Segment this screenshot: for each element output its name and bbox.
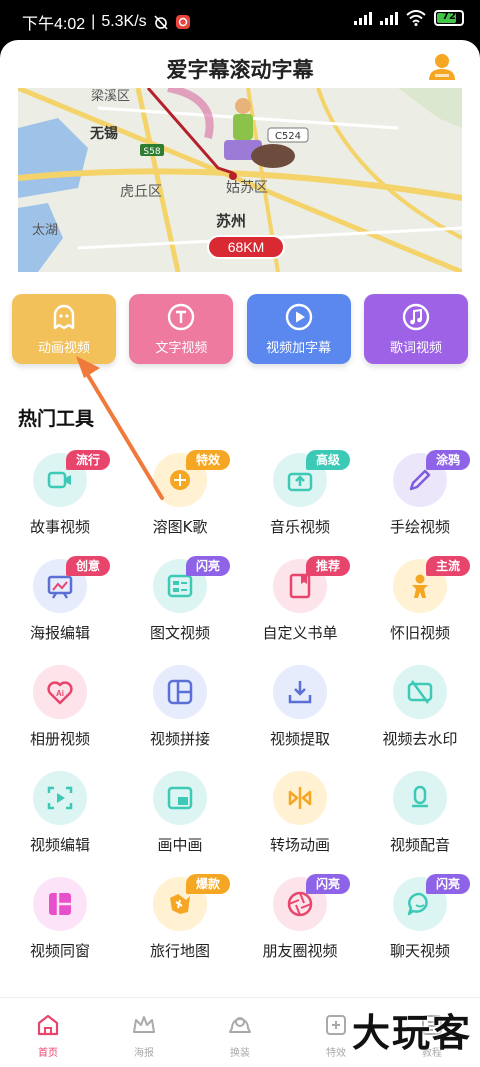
tool-hand-drawn-video[interactable]: 涂鸦 手绘视频 [360, 450, 480, 556]
network-speed: 5.3K/s [101, 13, 147, 30]
tool-video-same-window[interactable]: 视频同窗 [0, 874, 120, 980]
nav-costume[interactable]: 换装 [192, 998, 288, 1067]
distance-label: 68KM [228, 239, 265, 255]
app-screen: 爱字幕滚动字幕 68KM 梁溪区 无锡 虎丘区 姑苏区 苏州 太湖 C524 S… [0, 40, 480, 1067]
map-label: 虎丘区 [120, 184, 162, 200]
video-edit-icon [47, 786, 73, 810]
no-watermark-icon [407, 680, 433, 704]
status-left: 下午4:02 | 5.3K/s [22, 10, 191, 34]
battery-indicator: 72 [434, 10, 464, 26]
feature-animation-video[interactable]: 动画视频 [12, 294, 116, 364]
badge: 流行 [66, 450, 110, 470]
status-time: 下午4:02 [22, 16, 86, 33]
badge: 特效 [186, 450, 230, 470]
map-label: 苏州 [216, 212, 246, 230]
home-icon [37, 1014, 59, 1036]
image-text-icon [167, 574, 193, 598]
badge: 主流 [426, 556, 470, 576]
tool-karaoke[interactable]: 特效 溶图K歌 [120, 450, 240, 556]
svg-text:Ai: Ai [56, 689, 64, 698]
tool-image-text-video[interactable]: 闪亮 图文视频 [120, 556, 240, 662]
app-notification-icon [175, 15, 190, 29]
travel-map-icon [170, 894, 190, 914]
watermark-text: 大玩客 [351, 1011, 472, 1055]
costume-icon [229, 1017, 251, 1033]
signal-1-icon [354, 11, 372, 25]
status-bar: 下午4:02 | 5.3K/s 72 [0, 0, 480, 40]
road-label: S58 [143, 147, 160, 157]
user-icon [429, 54, 455, 80]
picture-in-picture-icon [167, 786, 193, 810]
crown-icon [133, 1016, 155, 1033]
badge: 推荐 [306, 556, 350, 576]
tool-video-extract[interactable]: 视频提取 [240, 662, 360, 768]
chat-bubble-icon [407, 892, 428, 916]
tool-travel-map[interactable]: 爆款 旅行地图 [120, 874, 240, 980]
badge: 闪亮 [306, 874, 350, 894]
play-icon [285, 303, 312, 331]
road-label: C524 [275, 131, 301, 142]
shutter-icon [287, 891, 313, 917]
feature-subtitle-video[interactable]: 视频加字幕 [246, 294, 351, 364]
section-title-hot-tools: 热门工具 [18, 408, 95, 430]
layout-icon [49, 893, 71, 915]
text-t-icon [168, 303, 195, 331]
badge: 涂鸦 [426, 450, 470, 470]
tool-transition-animation[interactable]: 转场动画 [240, 768, 360, 874]
user-profile-button[interactable] [426, 50, 458, 82]
page-title: 爱字幕滚动字幕 [166, 58, 314, 82]
transition-icon [288, 787, 312, 809]
tool-nostalgia-video[interactable]: 主流 怀旧视频 [360, 556, 480, 662]
alarm-off-icon [154, 15, 168, 30]
ghost-icon [53, 304, 75, 330]
tool-picture-in-picture[interactable]: 画中画 [120, 768, 240, 874]
story-video-icon [47, 471, 71, 489]
nav-home[interactable]: 首页 [0, 998, 96, 1067]
tool-video-edit[interactable]: 视频编辑 [0, 768, 120, 874]
microphone-icon [412, 785, 428, 808]
badge: 高级 [306, 450, 350, 470]
tool-chat-video[interactable]: 闪亮 聊天视频 [360, 874, 480, 980]
music-video-icon [287, 472, 313, 492]
travel-map-banner[interactable]: 68KM 梁溪区 无锡 虎丘区 姑苏区 苏州 太湖 C524 S58 [18, 88, 462, 272]
tool-video-splice[interactable]: 视频拼接 [120, 662, 240, 768]
ai-album-icon: Ai [47, 681, 73, 705]
status-right: 72 [354, 10, 464, 26]
effects-icon [326, 1015, 346, 1035]
badge: 创意 [66, 556, 110, 576]
feature-text-video[interactable]: 文字视频 [129, 294, 234, 364]
signal-2-icon [380, 11, 398, 25]
map-label: 太湖 [32, 223, 58, 238]
gingerbread-icon [412, 574, 428, 598]
badge: 闪亮 [426, 874, 470, 894]
badge: 爆款 [186, 874, 230, 894]
tool-moments-video[interactable]: 闪亮 朋友圈视频 [240, 874, 360, 980]
karaoke-icon [170, 470, 190, 490]
tool-story-video[interactable]: 流行 故事视频 [0, 450, 120, 556]
nav-poster[interactable]: 海报 [96, 998, 192, 1067]
tool-custom-booklist[interactable]: 推荐 自定义书单 [240, 556, 360, 662]
feature-row: 动画视频 文字视频 视频加字幕 歌词视频 [12, 294, 468, 364]
wifi-icon [406, 10, 426, 26]
pen-icon [409, 469, 431, 491]
map-label: 梁溪区 [91, 89, 130, 104]
music-note-icon [402, 303, 430, 331]
map-label: 姑苏区 [226, 180, 268, 196]
splice-icon [167, 679, 193, 705]
tool-video-dubbing[interactable]: 视频配音 [360, 768, 480, 874]
feature-lyrics-video[interactable]: 歌词视频 [363, 294, 468, 364]
badge: 闪亮 [186, 556, 230, 576]
map-label: 无锡 [89, 125, 118, 142]
tool-poster-edit[interactable]: 创意 海报编辑 [0, 556, 120, 662]
download-icon [288, 681, 312, 704]
poster-icon [47, 575, 73, 599]
book-icon [289, 573, 311, 599]
tool-remove-watermark[interactable]: 视频去水印 [360, 662, 480, 768]
tool-music-video[interactable]: 高级 音乐视频 [240, 450, 360, 556]
tool-album-video[interactable]: Ai 相册视频 [0, 662, 120, 768]
